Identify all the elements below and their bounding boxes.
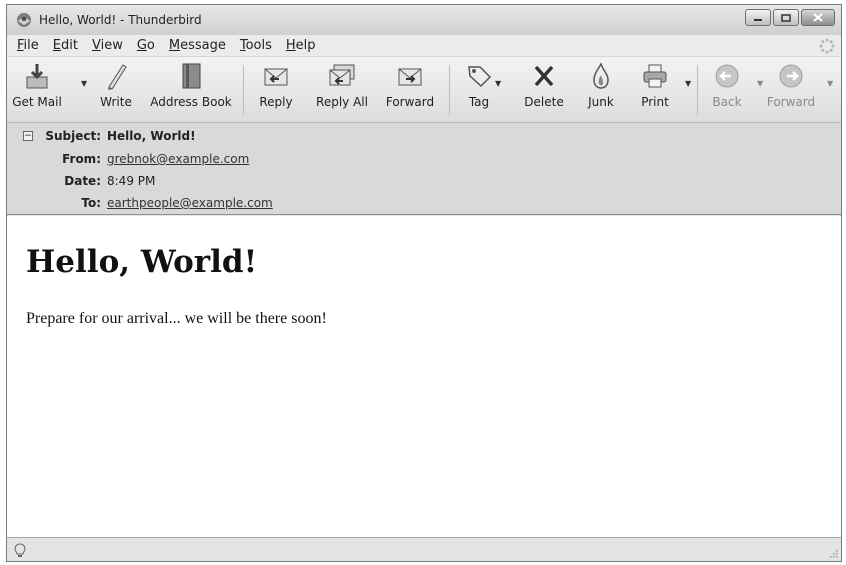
menu-go[interactable]: Go bbox=[137, 38, 155, 53]
maximize-button[interactable] bbox=[773, 9, 799, 26]
reply-all-button[interactable]: Reply All bbox=[311, 61, 373, 119]
to-email-link[interactable]: earthpeople@example.com bbox=[107, 196, 273, 210]
get-mail-button[interactable]: Get Mail bbox=[9, 61, 65, 119]
from-row: From: grebnok@example.com bbox=[7, 152, 249, 166]
minimize-icon bbox=[754, 18, 762, 21]
date-label: Date: bbox=[64, 174, 101, 188]
forward-mail-icon bbox=[398, 68, 422, 86]
back-arrow-icon bbox=[715, 64, 739, 88]
thunderbird-app-icon bbox=[17, 13, 31, 27]
reply-button[interactable]: Reply bbox=[253, 61, 299, 119]
print-dropdown-arrow[interactable]: ▼ bbox=[685, 79, 691, 88]
date-row: Date: 8:49 PM bbox=[7, 174, 155, 188]
address-book-icon bbox=[182, 63, 201, 89]
back-button[interactable]: Back bbox=[707, 61, 747, 119]
forward-nav-dropdown-arrow[interactable]: ▼ bbox=[827, 79, 833, 88]
main-toolbar: Get Mail ▼ Write Address Book Reply Repl… bbox=[7, 57, 841, 123]
toolbar-separator bbox=[449, 65, 450, 115]
reply-icon bbox=[264, 68, 288, 86]
subject-row: Subject: Hello, World! bbox=[7, 129, 196, 143]
message-heading: Hello, World! bbox=[26, 244, 258, 280]
date-value: 8:49 PM bbox=[107, 174, 156, 188]
window-controls bbox=[745, 9, 835, 26]
status-bar bbox=[7, 537, 841, 561]
write-button[interactable]: Write bbox=[93, 61, 139, 119]
message-header-pane: − Subject: Hello, World! From: grebnok@e… bbox=[7, 123, 841, 215]
offline-status-icon[interactable] bbox=[13, 542, 27, 558]
close-icon bbox=[813, 13, 823, 22]
tag-icon bbox=[468, 66, 492, 88]
message-body-pane[interactable]: Hello, World! Prepare for our arrival...… bbox=[7, 216, 841, 537]
menu-view[interactable]: View bbox=[92, 38, 123, 53]
reply-all-icon bbox=[329, 64, 355, 86]
write-icon bbox=[108, 64, 127, 90]
toolbar-separator bbox=[697, 65, 698, 115]
toolbar-separator bbox=[243, 65, 244, 115]
to-row: To: earthpeople@example.com bbox=[7, 196, 273, 210]
print-button[interactable]: Print bbox=[633, 61, 677, 119]
resize-grip-icon[interactable] bbox=[828, 548, 838, 558]
tag-button[interactable]: Tag bbox=[459, 61, 499, 119]
from-label: From: bbox=[62, 152, 101, 166]
menu-tools[interactable]: Tools bbox=[240, 38, 272, 53]
thunderbird-window: Hello, World! - Thunderbird File Edit Vi… bbox=[6, 4, 842, 562]
get-mail-dropdown-arrow[interactable]: ▼ bbox=[81, 79, 87, 88]
window-title: Hello, World! - Thunderbird bbox=[39, 13, 202, 27]
maximize-icon bbox=[781, 13, 791, 22]
forward-nav-button[interactable]: Forward bbox=[763, 61, 819, 119]
address-book-button[interactable]: Address Book bbox=[147, 61, 235, 119]
to-label: To: bbox=[81, 196, 101, 210]
menu-bar: File Edit View Go Message Tools Help bbox=[7, 35, 841, 57]
tag-dropdown-arrow[interactable]: ▼ bbox=[495, 79, 501, 88]
junk-icon bbox=[593, 62, 609, 89]
junk-button[interactable]: Junk bbox=[579, 61, 623, 119]
forward-arrow-icon bbox=[779, 64, 803, 88]
menu-help[interactable]: Help bbox=[286, 38, 316, 53]
menu-file[interactable]: File bbox=[17, 38, 39, 53]
title-bar[interactable]: Hello, World! - Thunderbird bbox=[7, 5, 841, 35]
subject-label: Subject: bbox=[45, 129, 101, 143]
menu-message[interactable]: Message bbox=[169, 38, 226, 53]
activity-throbber-icon bbox=[819, 38, 835, 54]
message-text: Prepare for our arrival... we will be th… bbox=[26, 310, 327, 327]
delete-button[interactable]: Delete bbox=[519, 61, 569, 119]
print-icon bbox=[643, 64, 667, 88]
close-button[interactable] bbox=[801, 9, 835, 26]
forward-button[interactable]: Forward bbox=[379, 61, 441, 119]
menu-edit[interactable]: Edit bbox=[53, 38, 78, 53]
minimize-button[interactable] bbox=[745, 9, 771, 26]
get-mail-icon bbox=[26, 64, 48, 89]
from-email-link[interactable]: grebnok@example.com bbox=[107, 152, 249, 166]
delete-icon bbox=[534, 65, 554, 87]
subject-value: Hello, World! bbox=[107, 129, 196, 143]
